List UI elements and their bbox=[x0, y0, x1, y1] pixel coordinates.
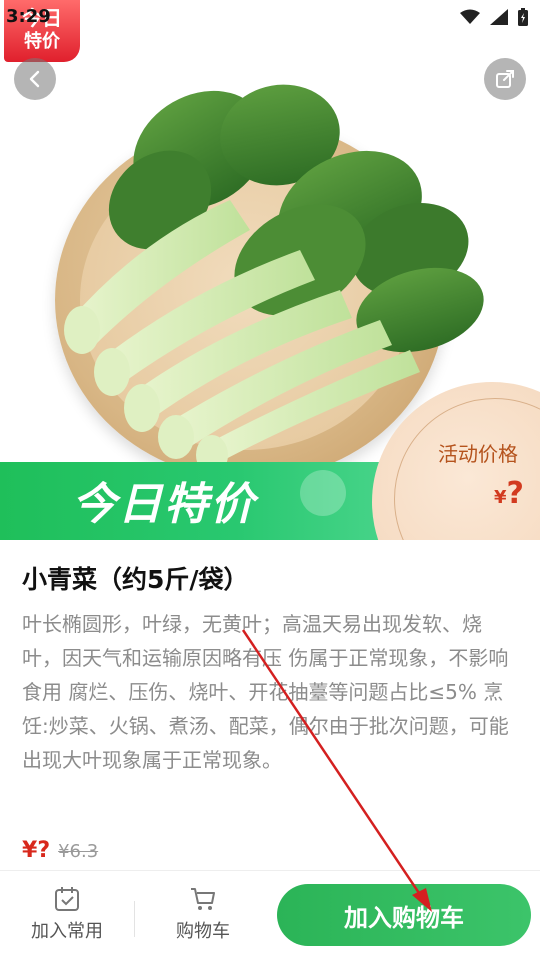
share-icon bbox=[496, 70, 514, 88]
current-price: ¥? bbox=[22, 838, 51, 863]
promo-price: ¥? bbox=[494, 476, 524, 511]
chevron-left-icon bbox=[29, 70, 40, 88]
cart-icon bbox=[191, 888, 215, 910]
add-to-favorites-button[interactable]: 加入常用 bbox=[12, 885, 122, 943]
wifi-icon bbox=[460, 9, 480, 24]
product-image-area: 今日 特价 3:29 今日特价 活动价格 ¥? bbox=[0, 0, 540, 540]
signal-icon bbox=[490, 9, 508, 25]
status-icons bbox=[460, 8, 528, 26]
cart-button[interactable]: 购物车 bbox=[148, 885, 258, 943]
battery-icon bbox=[518, 8, 528, 26]
original-price: ¥6.3 bbox=[58, 841, 99, 862]
product-title: 小青菜（约5斤/袋） bbox=[22, 565, 249, 594]
status-time: 3:29 bbox=[6, 6, 51, 27]
product-description: 叶长椭圆形，叶绿，无黄叶；高温天易出现发软、烧叶，因天气和运输原因略有压 伤属于… bbox=[22, 612, 509, 772]
price-row: ¥? ¥6.3 bbox=[22, 838, 98, 863]
add-to-cart-button[interactable]: 加入购物车 bbox=[277, 884, 531, 946]
banner-title: 今日特价 bbox=[72, 479, 256, 530]
back-button[interactable] bbox=[14, 58, 56, 100]
calendar-check-icon bbox=[55, 887, 79, 911]
share-button[interactable] bbox=[484, 58, 526, 100]
promo-label: 活动价格 bbox=[438, 442, 518, 466]
